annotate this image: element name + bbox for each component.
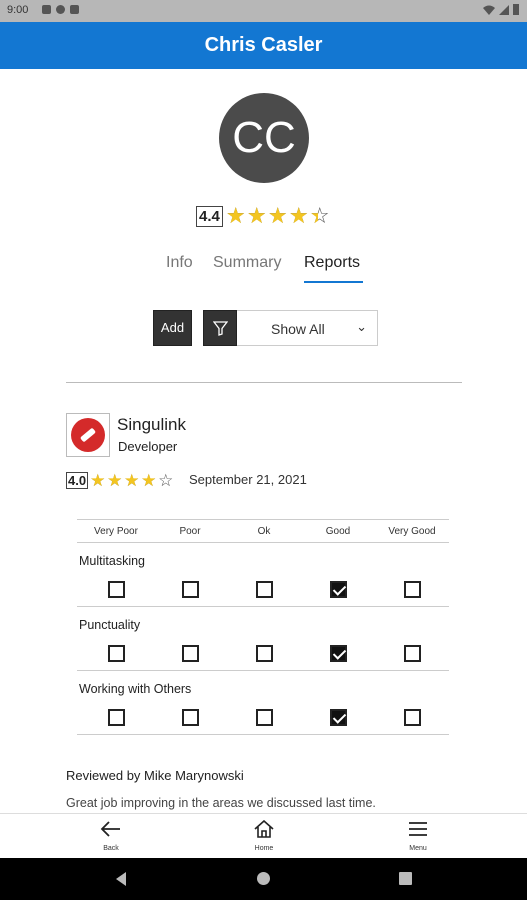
rating-checkbox[interactable] — [404, 581, 421, 598]
nav-menu-label: Menu — [409, 845, 427, 852]
filter-icon — [213, 321, 228, 336]
criteria-label: Punctuality — [79, 618, 141, 632]
company-logo — [66, 413, 110, 457]
scale-label: Ok — [257, 526, 271, 537]
nav-back[interactable]: Back — [81, 820, 141, 852]
arrow-left-icon — [100, 821, 120, 837]
star-icon: ☆★ — [225, 203, 246, 228]
report-rating-stars: ☆ ★ ☆ ★ ☆ ★ ☆ ★ ☆ — [90, 472, 175, 489]
rating-stars: ☆★☆★☆★☆★☆★ — [226, 205, 331, 227]
filter-button[interactable] — [203, 310, 237, 346]
notification-icons — [42, 5, 79, 14]
rating-checkbox[interactable] — [330, 709, 347, 726]
star-icon: ☆★ — [90, 471, 106, 490]
reviewer: Reviewed by Mike Marynowski — [66, 768, 244, 783]
rating-checkbox[interactable] — [404, 645, 421, 662]
logo-mark — [71, 418, 105, 452]
scale-label: Poor — [179, 526, 201, 537]
wifi-icon — [483, 5, 495, 15]
rating-checkbox[interactable] — [108, 709, 125, 726]
star-icon: ☆ — [158, 471, 174, 490]
app-title-bar: Chris Casler — [0, 22, 527, 69]
criteria-list: Multitasking Punctuality Working with Othe… — [77, 543, 449, 735]
evaluation-grid: Very Poor Poor Ok Good Very Good Multita… — [77, 519, 449, 735]
criteria-row: Working with Others — [77, 671, 449, 735]
report-controls: Add Show All ⌄ — [153, 310, 378, 346]
tab-reports[interactable]: Reports — [304, 254, 360, 272]
divider — [66, 382, 462, 383]
nav-home-label: Home — [254, 845, 274, 852]
star-icon: ☆★ — [107, 471, 123, 490]
rating-checkbox[interactable] — [404, 709, 421, 726]
star-icon: ☆★ — [246, 203, 267, 228]
scale-label: Very Poor — [94, 526, 138, 537]
scale-label: Good — [325, 526, 351, 537]
system-nav-bar — [0, 858, 527, 900]
avatar-initials: CC — [232, 113, 296, 162]
rating-checkbox[interactable] — [256, 581, 273, 598]
star-icon: ☆★ — [267, 203, 288, 228]
rating-value: 4.4 — [196, 205, 223, 227]
scale-header: Very Poor Poor Ok Good Very Good — [77, 519, 449, 543]
status-time: 9:00 — [7, 4, 29, 16]
rating-checkbox[interactable] — [108, 645, 125, 662]
criteria-label: Working with Others — [79, 682, 192, 696]
notification-icon — [56, 5, 65, 14]
system-home-icon[interactable] — [257, 872, 270, 885]
home-icon — [254, 819, 274, 838]
battery-icon — [513, 4, 519, 15]
criteria-label: Multitasking — [79, 554, 145, 568]
report-date: September 21, 2021 — [189, 472, 307, 487]
job-role: Developer — [118, 439, 178, 454]
star-icon: ☆★ — [288, 203, 309, 228]
active-tab-indicator — [304, 281, 363, 283]
criteria-row: Punctuality — [77, 607, 449, 671]
page-title: Chris Casler — [204, 34, 323, 56]
rating-checkbox[interactable] — [182, 709, 199, 726]
notification-icon — [42, 5, 51, 14]
report-rating: 4.0 ☆ ★ ☆ ★ ☆ ★ ☆ ★ ☆ — [66, 472, 175, 489]
star-icon: ☆★ — [141, 471, 157, 490]
star-icon: ☆★ — [309, 203, 330, 228]
system-icons — [483, 4, 519, 15]
tab-summary[interactable]: Summary — [213, 254, 281, 272]
tab-info[interactable]: Info — [166, 254, 193, 272]
hamburger-icon — [409, 822, 427, 836]
scale-label: Very Good — [388, 526, 436, 537]
review-comment: Great job improving in the areas we disc… — [66, 796, 376, 810]
bottom-nav: Back Home Menu — [0, 813, 527, 858]
tab-bar: Info Summary Reports — [0, 254, 527, 284]
report-rating-value: 4.0 — [66, 472, 89, 489]
rating-checkbox[interactable] — [182, 581, 199, 598]
system-back-icon[interactable] — [116, 872, 126, 886]
avatar: CC — [219, 93, 309, 183]
filter-select-value: Show All — [271, 321, 325, 337]
status-bar: 9:00 — [0, 0, 527, 22]
criteria-row: Multitasking — [77, 543, 449, 607]
star-icon: ☆★ — [124, 471, 140, 490]
filter-select[interactable]: Show All ⌄ — [237, 310, 378, 346]
system-recents-icon[interactable] — [399, 872, 412, 885]
rating-checkbox[interactable] — [256, 645, 273, 662]
nav-back-label: Back — [103, 845, 119, 852]
rating-checkbox[interactable] — [108, 581, 125, 598]
company-name: Singulink — [117, 415, 186, 434]
rating-checkbox[interactable] — [330, 581, 347, 598]
rating-checkbox[interactable] — [182, 645, 199, 662]
rating-checkbox[interactable] — [330, 645, 347, 662]
rating-checkbox[interactable] — [256, 709, 273, 726]
nav-home[interactable]: Home — [234, 819, 294, 852]
add-button[interactable]: Add — [153, 310, 192, 346]
chevron-down-icon: ⌄ — [356, 319, 367, 334]
nav-menu[interactable]: Menu — [388, 820, 448, 852]
overall-rating: 4.4 ☆★☆★☆★☆★☆★ — [196, 205, 331, 227]
signal-icon — [499, 4, 509, 15]
sd-card-icon — [70, 5, 79, 14]
